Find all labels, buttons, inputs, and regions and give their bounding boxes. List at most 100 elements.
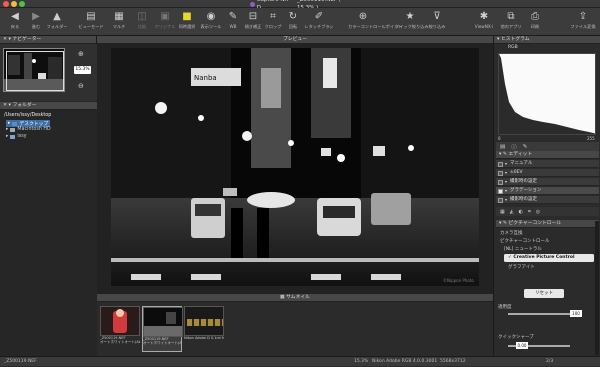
rotate-icon: ↻ bbox=[288, 11, 298, 22]
tool-curve-icon[interactable]: ◭ bbox=[510, 209, 514, 215]
checkbox[interactable] bbox=[498, 170, 503, 176]
open-with-icon: ⧉ bbox=[507, 11, 515, 22]
folder-header[interactable]: ✕ ▾ フォルダー bbox=[0, 102, 97, 110]
zoom-in-icon[interactable]: ⊕ bbox=[78, 50, 84, 58]
close-icon[interactable]: ✕ bbox=[3, 37, 7, 42]
folder-tree: /Users/issy/Desktop ▸ デスクトップ ▸ Macintosh… bbox=[0, 110, 97, 356]
toolbar: ◀ 戻る ▶ 進む ▲ フォルダー ▤ ビューモード ▦ マルチ ◫ 比較 ▣ オリジナル ■… bbox=[0, 8, 600, 36]
preview-area: Nanba ©Nippon Photo bbox=[97, 44, 493, 294]
convert-button[interactable]: ⇪ ファイル変換 bbox=[568, 11, 598, 35]
edit-tool-row: ▦ ◭ ◐ ⌗ ◎ bbox=[496, 207, 599, 216]
watermark-text: ©Nippon Photo bbox=[443, 278, 474, 283]
checkbox[interactable] bbox=[498, 197, 503, 203]
checkbox-checked[interactable] bbox=[498, 188, 503, 194]
print-button[interactable]: ⎙ 印刷 bbox=[520, 11, 550, 35]
thumbnail-image bbox=[184, 306, 224, 336]
left-panel: ✕ ▾ ナビゲーター ⊕ 15.3% ⊖ ✕ ▾ フォルダー /Users/is… bbox=[0, 36, 97, 356]
right-panel: ▾ ヒストグラム RGB 0 255 ▤ ⓘ ✎ ▾ ✎ エディット ▾ マニュア… bbox=[493, 36, 600, 356]
folder-title: フォルダー bbox=[12, 103, 37, 108]
edit-title: エディット bbox=[508, 152, 533, 157]
quick-filter-button[interactable]: ★ クイック絞り込み bbox=[395, 11, 429, 35]
folder-button[interactable]: ▲ フォルダー bbox=[42, 11, 72, 35]
print-icon: ⎙ bbox=[531, 11, 539, 22]
center-panel: プレビュー Nanba ©Nippon Photo ▦ サムネイル _Z5001… bbox=[97, 36, 493, 356]
convert-icon: ⇪ bbox=[578, 11, 588, 22]
zoom-out-icon[interactable]: ⊖ bbox=[78, 82, 84, 90]
strength-slider[interactable] bbox=[508, 313, 570, 315]
multi-view-icon: ▦ bbox=[114, 11, 124, 22]
edit-header[interactable]: ▾ ✎ エディット bbox=[496, 151, 599, 159]
right-scrollbar[interactable] bbox=[595, 221, 599, 355]
edit-row-whitebalance[interactable]: ▾ マニュアル bbox=[496, 160, 599, 168]
tree-item-desktop[interactable]: ▸ デスクトップ bbox=[6, 120, 51, 127]
navigator-title: ナビゲーター bbox=[12, 37, 42, 42]
checkbox[interactable] bbox=[498, 161, 503, 167]
zoom-field[interactable]: 15.3% bbox=[74, 66, 91, 74]
preview-header: プレビュー bbox=[97, 36, 493, 44]
tab-tool-icon[interactable]: ✎ bbox=[523, 144, 528, 150]
edit-row-exposure[interactable]: ▾ ±0EV bbox=[496, 169, 599, 177]
title-bar: Capture NX-D _Z500119.NEF ( 15.3% ) bbox=[0, 0, 600, 11]
thumbnail-header: ▦ サムネイル bbox=[97, 294, 493, 302]
star-icon: ★ bbox=[405, 11, 415, 22]
tab-adjust-icon[interactable]: ▤ bbox=[500, 144, 505, 150]
strength-value[interactable]: 100 bbox=[570, 310, 582, 317]
picture-control-header[interactable]: ▾ ✎ ピクチャーコントロール bbox=[496, 220, 599, 228]
filter-button[interactable]: ⊽ 絞り込み bbox=[422, 11, 452, 35]
navigator-image bbox=[4, 49, 64, 91]
minimize-window-button[interactable] bbox=[11, 1, 17, 7]
navigator-panel: ⊕ 15.3% ⊖ bbox=[0, 44, 97, 101]
view-mode-button[interactable]: ▤ ビューモード bbox=[76, 11, 106, 35]
adjust-tabs: ▤ ⓘ ✎ bbox=[496, 142, 599, 151]
navigator-thumbnail[interactable] bbox=[3, 48, 65, 92]
retouch-brush-button[interactable]: ✐ レタッチブラシ bbox=[304, 11, 334, 35]
edit-row-shooting-2[interactable]: ▾ 撮影時の設定 bbox=[496, 196, 599, 204]
thumbnail-item[interactable]: _Z500119.NEF オートホワイトオート(AWB) 350 … bbox=[100, 306, 140, 352]
tool-grid-icon[interactable]: ▦ bbox=[500, 209, 505, 215]
quick-sharp-value[interactable]: 0.00 bbox=[516, 342, 528, 349]
folder-path: /Users/issy/Desktop bbox=[4, 113, 52, 118]
folder-up-icon: ▲ bbox=[53, 11, 61, 22]
original-icon: ▣ bbox=[160, 11, 170, 22]
creative-picture-control-select[interactable]: ✓ Creative Picture Control bbox=[504, 254, 594, 262]
histogram-title: ヒストグラム bbox=[500, 37, 530, 42]
tool-lens-icon[interactable]: ◎ bbox=[536, 209, 540, 215]
checkbox[interactable] bbox=[498, 179, 503, 185]
reset-button[interactable]: リセット bbox=[524, 289, 564, 298]
edit-row-shooting[interactable]: ▾ 撮影時の設定 bbox=[496, 178, 599, 186]
histogram-header[interactable]: ▾ ヒストグラム bbox=[494, 36, 600, 44]
histogram-chart bbox=[498, 53, 596, 135]
forward-arrow-icon: ▶ bbox=[32, 11, 40, 22]
edit-row-graphite[interactable]: ▾ グラデーション bbox=[496, 187, 599, 195]
filter-icon: ⊽ bbox=[433, 11, 441, 22]
tree-item-macintosh-hd[interactable]: ▸ Macintosh HD bbox=[6, 127, 51, 132]
histogram-max: 255 bbox=[587, 136, 595, 141]
view-mode-icon: ▤ bbox=[86, 11, 96, 22]
navigator-header[interactable]: ✕ ▾ ナビゲーター bbox=[0, 36, 96, 44]
tool-crop-icon[interactable]: ⌗ bbox=[528, 209, 531, 215]
quick-sharp-label: クイックシャープ bbox=[498, 335, 534, 340]
thumbnail-image bbox=[100, 306, 140, 336]
strength-label: 適用度 bbox=[498, 305, 512, 310]
tab-info-icon[interactable]: ⓘ bbox=[511, 143, 517, 151]
tree-item-issy[interactable]: ▸ issy bbox=[6, 134, 27, 139]
thumbnail-image bbox=[143, 307, 183, 337]
back-arrow-icon: ◀ bbox=[11, 11, 19, 22]
tool-color-icon[interactable]: ◐ bbox=[519, 209, 523, 215]
close-window-button[interactable] bbox=[3, 1, 9, 7]
picture-control-base: [NL] ニュートラル bbox=[504, 247, 542, 252]
retouch-brush-icon: ✐ bbox=[314, 11, 324, 22]
color-control-point-button[interactable]: ⊕ カラーコントロールポイント bbox=[348, 11, 402, 35]
picture-control-sub: グラフアイト bbox=[508, 265, 535, 270]
status-bar: _Z500119.NEF 15.3% Nikon Adobe RGB 4.0.0… bbox=[0, 356, 600, 366]
display-tool-icon: ◉ bbox=[206, 11, 216, 22]
viewnx-button[interactable]: ✱ ViewNX-i bbox=[469, 11, 499, 35]
histogram-channel[interactable]: RGB bbox=[508, 45, 518, 50]
zoom-window-button[interactable] bbox=[19, 1, 25, 7]
close-icon[interactable]: ✕ bbox=[3, 103, 7, 108]
preview-image[interactable]: Nanba ©Nippon Photo bbox=[111, 48, 479, 286]
thumbnail-item-selected[interactable]: _Z500119.NEF オートホワイトオート(AWB) … bbox=[142, 306, 183, 352]
folder-icon bbox=[12, 121, 18, 126]
thumbnail-item[interactable]: Nikon Adobe D 0.1mi Moderate… bbox=[184, 306, 224, 352]
app-logo-icon bbox=[250, 1, 255, 7]
